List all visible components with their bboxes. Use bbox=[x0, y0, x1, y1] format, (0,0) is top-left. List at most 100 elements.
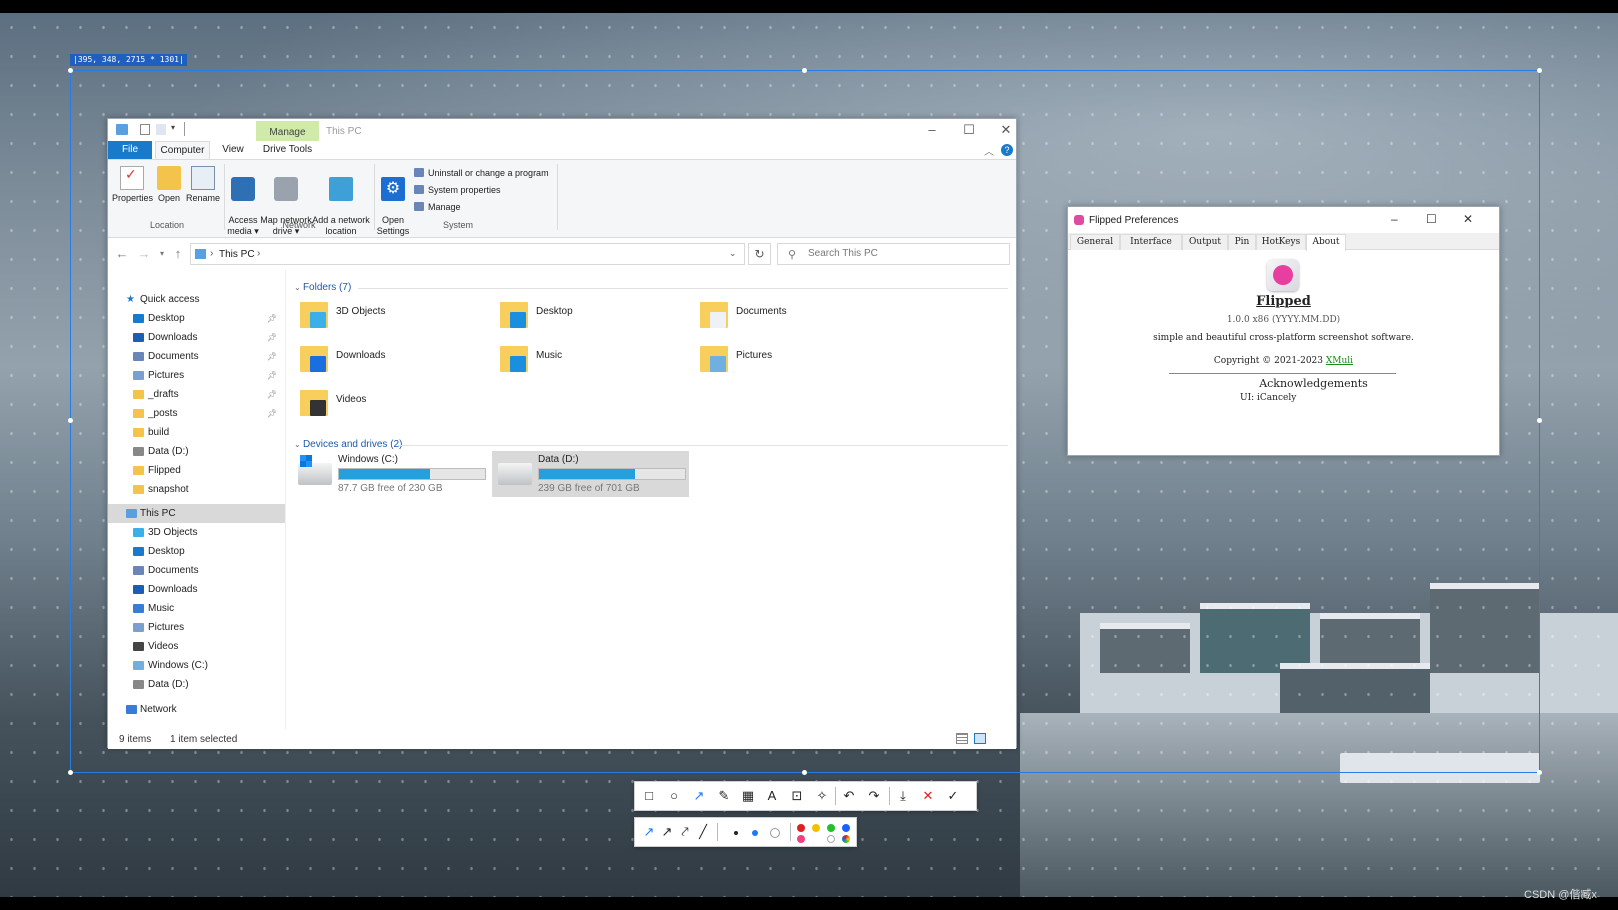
drive-item[interactable]: Data (D:) 239 GB free of 701 GB bbox=[492, 451, 689, 497]
folder-item[interactable]: Desktop bbox=[498, 298, 698, 342]
system-properties-button[interactable]: System properties bbox=[414, 184, 501, 196]
nav-quick-item[interactable]: Pictures 📌︎ bbox=[108, 366, 285, 385]
resize-handle-r[interactable] bbox=[1537, 418, 1542, 423]
resize-handle-l[interactable] bbox=[68, 418, 73, 423]
manage-context-tab[interactable]: Manage bbox=[256, 121, 319, 142]
folder-item[interactable]: Downloads bbox=[298, 342, 498, 386]
nav-network[interactable]: Network bbox=[108, 700, 285, 719]
nav-quick-item[interactable]: Documents 📌︎ bbox=[108, 347, 285, 366]
nav-pc-item[interactable]: Windows (C:) bbox=[108, 656, 285, 675]
size-large-icon[interactable] bbox=[770, 828, 780, 838]
open-button[interactable]: Open bbox=[154, 166, 184, 204]
folder-item[interactable]: Documents bbox=[698, 298, 898, 342]
cancel-icon[interactable]: ✕ bbox=[917, 785, 939, 807]
nav-pc-item[interactable]: Data (D:) bbox=[108, 675, 285, 694]
properties-qa-icon[interactable] bbox=[140, 124, 150, 135]
nav-this-pc[interactable]: This PC bbox=[108, 504, 285, 523]
new-folder-qa-icon[interactable] bbox=[156, 124, 166, 135]
nav-quick-item[interactable]: Desktop 📌︎ bbox=[108, 309, 285, 328]
section-devices-drives[interactable]: ⌄ Devices and drives (2) bbox=[294, 439, 402, 450]
tab-view[interactable]: View bbox=[212, 141, 254, 159]
nav-quick-item[interactable]: snapshot bbox=[108, 480, 285, 499]
refresh-button[interactable]: ↻ bbox=[748, 243, 771, 265]
undo-icon[interactable]: ↶ bbox=[838, 785, 860, 807]
address-dropdown-icon[interactable]: ⌄ bbox=[729, 248, 737, 259]
tab-about[interactable]: About bbox=[1306, 234, 1346, 251]
pin-icon[interactable]: 📌︎ bbox=[267, 328, 277, 347]
size-small-icon[interactable] bbox=[734, 831, 738, 835]
nav-pc-item[interactable]: Videos bbox=[108, 637, 285, 656]
tab-general[interactable]: General bbox=[1070, 234, 1120, 250]
details-view-icon[interactable] bbox=[956, 733, 968, 744]
folder-item[interactable]: 3D Objects bbox=[298, 298, 498, 342]
drive-item[interactable]: Windows (C:) 87.7 GB free of 230 GB bbox=[292, 451, 489, 497]
collapse-ribbon-icon[interactable]: ︿ bbox=[984, 143, 994, 158]
nav-quick-item[interactable]: _drafts 📌︎ bbox=[108, 385, 285, 404]
breadcrumb-this-pc[interactable]: This PC bbox=[219, 249, 255, 260]
nav-quick-access[interactable]: ★ Quick access bbox=[108, 290, 285, 309]
resize-handle-tl[interactable] bbox=[68, 68, 73, 73]
pin-icon[interactable]: 📌︎ bbox=[267, 347, 277, 366]
color-blue-swatch[interactable] bbox=[842, 824, 850, 832]
save-download-icon[interactable]: ⤓ bbox=[892, 785, 914, 807]
pen-tool-icon[interactable]: ✎ bbox=[713, 785, 735, 807]
help-icon[interactable]: ? bbox=[1001, 144, 1013, 156]
prefs-maximize-button[interactable]: ☐ bbox=[1426, 212, 1437, 226]
color-red-swatch[interactable] bbox=[797, 824, 805, 832]
forward-arrow-icon[interactable]: → bbox=[136, 246, 152, 261]
minimize-button[interactable]: – bbox=[920, 123, 944, 137]
nav-quick-item[interactable]: Downloads 📌︎ bbox=[108, 328, 285, 347]
resize-handle-b[interactable] bbox=[802, 770, 807, 775]
nav-pc-item[interactable]: Documents bbox=[108, 561, 285, 580]
redo-icon[interactable]: ↷ bbox=[863, 785, 885, 807]
prefs-minimize-button[interactable]: – bbox=[1391, 212, 1398, 226]
rectangle-tool-icon[interactable]: □ bbox=[638, 785, 660, 807]
up-arrow-icon[interactable]: ↑ bbox=[170, 246, 186, 261]
pin-icon[interactable]: 📌︎ bbox=[267, 385, 277, 404]
back-arrow-icon[interactable]: ← bbox=[114, 246, 130, 261]
pin-icon[interactable]: 📌︎ bbox=[267, 309, 277, 328]
confirm-check-icon[interactable]: ✓ bbox=[942, 785, 964, 807]
search-input[interactable]: Search This PC bbox=[777, 243, 1010, 265]
author-link[interactable]: XMuli bbox=[1326, 356, 1353, 366]
section-folders[interactable]: ⌄ Folders (7) bbox=[294, 282, 351, 293]
folder-item[interactable]: Pictures bbox=[698, 342, 898, 386]
serial-number-tool-icon[interactable]: ⊡ bbox=[786, 785, 808, 807]
arrow-tool-icon[interactable]: ↗ bbox=[688, 785, 710, 807]
chevron-right-icon[interactable]: › bbox=[257, 248, 260, 259]
tab-output[interactable]: Output bbox=[1182, 234, 1228, 250]
resize-handle-t[interactable] bbox=[802, 68, 807, 73]
properties-button[interactable]: ✓ Properties bbox=[112, 166, 153, 204]
large-icons-view-icon[interactable] bbox=[974, 733, 986, 744]
line-style-icon[interactable]: ╱ bbox=[692, 821, 714, 843]
tab-interface[interactable]: Interface bbox=[1120, 234, 1182, 250]
pin-icon[interactable]: 📌︎ bbox=[267, 366, 277, 385]
color-white-swatch[interactable] bbox=[827, 835, 835, 843]
pin-icon[interactable]: 📌︎ bbox=[267, 404, 277, 423]
size-medium-icon[interactable] bbox=[752, 830, 758, 836]
tab-computer[interactable]: Computer bbox=[155, 141, 210, 159]
close-button[interactable]: ✕ bbox=[994, 123, 1018, 137]
resize-handle-br[interactable] bbox=[1537, 770, 1542, 775]
resize-handle-tr[interactable] bbox=[1537, 68, 1542, 73]
mosaic-tool-icon[interactable]: ▦ bbox=[737, 785, 759, 807]
color-picker-swatch[interactable] bbox=[842, 835, 850, 843]
nav-quick-item[interactable]: build bbox=[108, 423, 285, 442]
nav-pc-item[interactable]: Desktop bbox=[108, 542, 285, 561]
tab-file[interactable]: File bbox=[108, 141, 152, 159]
nav-pc-item[interactable]: 3D Objects bbox=[108, 523, 285, 542]
folder-item[interactable]: Videos bbox=[298, 386, 498, 430]
address-box[interactable]: › This PC › ⌄ bbox=[190, 243, 745, 265]
nav-pc-item[interactable]: Downloads bbox=[108, 580, 285, 599]
folder-item[interactable]: Music bbox=[498, 342, 698, 386]
text-tool-icon[interactable]: A bbox=[761, 785, 783, 807]
nav-pc-item[interactable]: Music bbox=[108, 599, 285, 618]
maximize-button[interactable]: ☐ bbox=[957, 123, 981, 137]
ellipse-tool-icon[interactable]: ○ bbox=[663, 785, 685, 807]
color-pink-swatch[interactable] bbox=[797, 835, 805, 843]
qa-dropdown-icon[interactable]: ▾ bbox=[171, 123, 175, 132]
tab-hotkeys[interactable]: HotKeys bbox=[1256, 234, 1306, 250]
manage-button[interactable]: Manage bbox=[414, 201, 461, 213]
nav-quick-item[interactable]: Flipped bbox=[108, 461, 285, 480]
resize-handle-bl[interactable] bbox=[68, 770, 73, 775]
